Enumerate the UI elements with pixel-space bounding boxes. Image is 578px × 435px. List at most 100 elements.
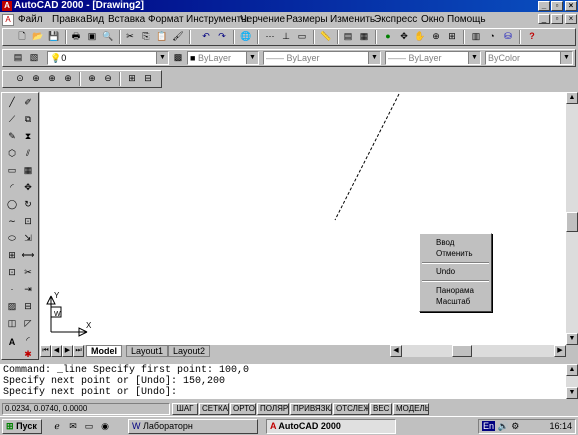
hyperlink-icon[interactable]: 🌐 [239,29,253,43]
open-icon[interactable]: 📂 [31,29,45,43]
menu-insert[interactable]: Вставка [108,13,145,26]
hscroll-thumb[interactable] [452,345,472,357]
move-icon[interactable]: ✥ [21,180,35,194]
menu-file[interactable]: Файл [18,13,43,26]
minimize-button[interactable]: _ [538,1,550,11]
point-icon[interactable]: · [5,282,19,296]
start-button[interactable]: ⊞ Пуск [2,419,42,434]
mirror-icon[interactable]: ⧗ [21,129,35,143]
linetype-combo[interactable]: —— ByLayer ▼ [263,51,381,65]
grid-toggle[interactable]: СЕТКА [199,403,229,415]
ctx-cancel[interactable]: Отменить [436,249,473,259]
last-tab-icon[interactable]: ⏭ [73,345,84,357]
hatch-icon[interactable]: ▨ [5,299,19,313]
insert-block-icon[interactable]: ⊞ [5,248,19,262]
spline-icon[interactable]: ∼ [5,214,19,228]
ortho-toggle[interactable]: ОРТО [230,403,256,415]
autocad-logo-icon[interactable]: A [2,1,12,11]
new-icon[interactable]: 🗋 [15,29,29,43]
command-scrollbar[interactable]: ▲ ▼ [566,364,578,399]
zoom-scale-icon[interactable]: ⊕ [61,71,75,85]
tab-layout2[interactable]: Layout2 [168,345,211,357]
language-icon[interactable]: En [482,421,496,431]
horizontal-scrollbar[interactable]: ◀ ▶ [390,345,566,357]
chevron-down-icon[interactable]: ▼ [368,52,380,64]
layer-combo[interactable]: 💡0 ▼ [47,51,169,65]
circle-icon[interactable]: ◯ [5,197,19,211]
redo-icon[interactable]: ↷ [215,29,229,43]
save-icon[interactable]: 💾 [47,29,61,43]
preview-icon[interactable]: ▣ [85,29,99,43]
close-button[interactable]: × [565,1,577,11]
ctx-undo[interactable]: Undo [436,267,455,277]
scroll-down-icon[interactable]: ▼ [566,387,578,399]
title-bar[interactable]: A AutoCAD 2000 - [Drawing2] _ ▫ × [0,0,578,12]
outlook-icon[interactable]: ✉ [66,419,80,433]
lineweight-toggle[interactable]: ВЕС [370,403,392,415]
array-icon[interactable]: ▦ [21,163,35,177]
arc-icon[interactable]: ◜ [5,180,19,194]
erase-icon[interactable]: ✐ [21,95,35,109]
break-icon[interactable]: ⊟ [21,299,35,313]
menu-express[interactable]: Экспресс [374,13,417,26]
doc-close-button[interactable]: × [565,14,577,24]
scroll-up-icon[interactable]: ▲ [566,364,578,376]
tracking-icon[interactable]: ⋯ [263,29,277,43]
line-icon[interactable]: ╱ [5,95,19,109]
otrack-toggle[interactable]: ОТСЛЕЖ [333,403,369,415]
edit-icon[interactable]: ● [381,29,395,43]
color-combo[interactable]: ■ ByLayer ▼ [187,51,259,65]
make-current-icon[interactable]: ▩ [171,50,185,64]
help-icon[interactable]: ? [525,29,539,43]
zoom-extents-icon[interactable]: ⊟ [141,71,155,85]
scroll-thumb[interactable] [566,212,578,232]
restore-button[interactable]: ▫ [551,1,563,11]
scroll-left-icon[interactable]: ◀ [390,345,402,357]
pan-icon[interactable]: ✋ [413,29,427,43]
copy-icon[interactable]: ⎘ [139,29,153,43]
trim-icon[interactable]: ✂ [21,265,35,279]
chamfer-icon[interactable]: ◸ [21,316,35,330]
tiles-icon[interactable]: ▭ [295,29,309,43]
database-icon[interactable]: ⛁ [501,29,515,43]
document-icon[interactable]: A [2,14,14,26]
undo-icon[interactable]: ↶ [199,29,213,43]
polyline-icon[interactable]: ✎ [5,129,19,143]
command-prompt[interactable]: Specify next point or [Undo]: [3,388,177,398]
cut-icon[interactable]: ✂ [123,29,137,43]
rotate-icon[interactable]: ↻ [21,197,35,211]
scroll-right-icon[interactable]: ▶ [554,345,566,357]
first-tab-icon[interactable]: ⏮ [40,345,51,357]
scroll-down-icon[interactable]: ▼ [566,333,578,345]
osnap-toggle[interactable]: ПРИВЯЗКА [290,403,332,415]
tray-icon[interactable]: ⚙ [511,421,519,431]
tab-layout1[interactable]: Layout1 [126,345,169,357]
properties-icon[interactable]: ▤ [341,29,355,43]
find-icon[interactable]: 🔍 [101,29,115,43]
menu-dimension[interactable]: Размеры [286,13,328,26]
zoom-window-icon[interactable]: ⊕ [29,71,43,85]
chevron-down-icon[interactable]: ▼ [560,52,572,64]
ctx-zoom[interactable]: Масштаб [436,297,470,307]
text-icon[interactable]: A [5,335,19,349]
desktop-icon[interactable]: ▭ [82,419,96,433]
ie-icon[interactable]: ℯ [50,419,64,433]
model-toggle[interactable]: МОДЕЛЬ [393,403,429,415]
tray-icon[interactable]: 🔊 [498,421,509,431]
tab-model[interactable]: Model [86,345,122,357]
vertical-scrollbar[interactable]: ▲ ▼ [566,92,578,345]
menu-modify[interactable]: Изменить [330,13,375,26]
menu-view[interactable]: Вид [86,13,104,26]
rectangle-icon[interactable]: ▭ [5,163,19,177]
zoom-out-icon[interactable]: ⊖ [101,71,115,85]
snap-toggle[interactable]: ШАГ [172,403,198,415]
scroll-up-icon[interactable]: ▲ [566,92,578,104]
zoom-dynamic-icon[interactable]: ⊕ [45,71,59,85]
chevron-down-icon[interactable]: ▼ [468,52,480,64]
chevron-down-icon[interactable]: ▼ [156,52,168,64]
zoom-window-icon[interactable]: ⊞ [445,29,459,43]
task-word[interactable]: W Лабораторн [128,419,258,434]
menu-help[interactable]: Помощь [447,13,486,26]
extend-icon[interactable]: ⇥ [21,282,35,296]
paste-icon[interactable]: 📋 [155,29,169,43]
